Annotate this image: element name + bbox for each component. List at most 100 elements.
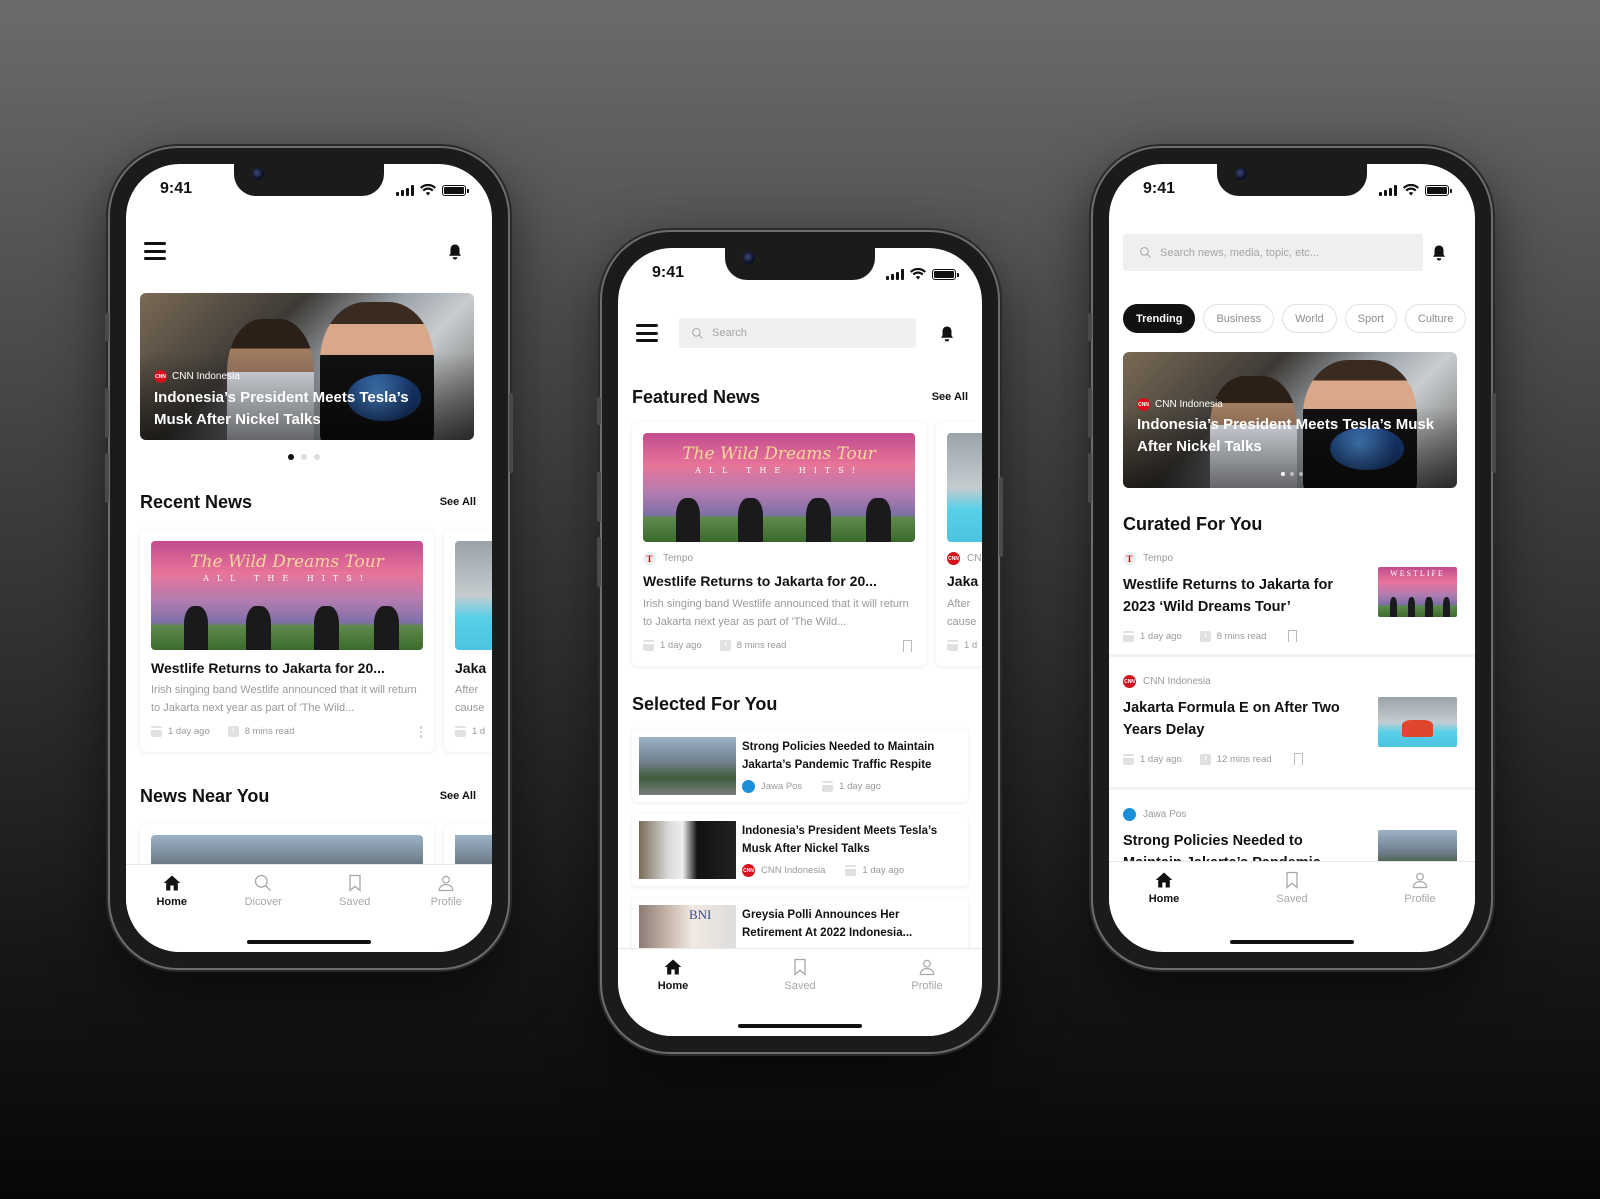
hero-banner[interactable]: CNN CNN Indonesia Indonesia’s President M…: [140, 293, 474, 440]
bell-icon[interactable]: [938, 324, 956, 344]
clock-icon: [1199, 753, 1211, 765]
chip-sport[interactable]: Sport: [1344, 304, 1397, 333]
bell-icon[interactable]: [1430, 243, 1448, 263]
card-meta: 1 day ago 8 mins read: [643, 640, 786, 651]
cnn-logo-icon: CNN: [1123, 675, 1136, 688]
card-description: After cause: [455, 684, 485, 714]
list-item-image: [639, 737, 736, 795]
search-input[interactable]: Search news, media, topic, etc...: [1123, 234, 1423, 271]
carousel-dot[interactable]: [1299, 472, 1303, 476]
clock-icon: [719, 640, 731, 651]
news-card[interactable]: CNN CN Jaka After cause 1 d: [936, 422, 982, 666]
list-item-read-time: 12 mins read: [1216, 753, 1272, 765]
signal-icon: [886, 268, 904, 280]
calendar-icon: [151, 726, 162, 737]
tab-label: Home: [156, 896, 188, 908]
chip-culture[interactable]: Culture: [1404, 304, 1467, 333]
more-options-icon[interactable]: [419, 726, 422, 738]
carousel-dots: [1281, 472, 1303, 476]
news-card[interactable]: The Wild Dreams Tour ALL THE HITS! T Temp…: [632, 422, 926, 666]
jawa-pos-logo-icon: [1123, 808, 1136, 821]
list-item-title: Greysia Polli Announces Her Retirement A…: [742, 909, 913, 939]
see-all-near-link[interactable]: See All: [440, 790, 476, 802]
category-chips: Trending Business World Sport Culture: [1123, 304, 1467, 333]
menu-icon[interactable]: [144, 242, 166, 260]
chip-world[interactable]: World: [1282, 304, 1337, 333]
carousel-dot[interactable]: [1290, 472, 1294, 476]
list-item-meta: 1 day ago 8 mins read: [1123, 630, 1298, 642]
tab-profile[interactable]: Profile: [887, 949, 967, 1036]
bookmark-icon[interactable]: [1288, 630, 1298, 642]
cnn-logo-icon: CNN: [1137, 398, 1150, 411]
list-item-date: 1 day ago: [862, 865, 905, 876]
list-item-title: Jakarta Formula E on After Two Years Del…: [1123, 700, 1340, 738]
tab-label: Dicover: [244, 896, 282, 908]
tab-profile[interactable]: Profile: [406, 865, 486, 952]
section-title-curated: Curated For You: [1123, 514, 1263, 534]
calendar-icon: [845, 865, 857, 876]
carousel-dot[interactable]: [301, 454, 307, 460]
user-icon: [1410, 870, 1430, 890]
news-card[interactable]: Jaka After cause 1 d: [444, 530, 492, 752]
tab-profile[interactable]: Profile: [1380, 862, 1460, 951]
battery-icon: [442, 184, 469, 196]
chip-trending[interactable]: Trending: [1123, 304, 1196, 333]
clock-icon: [1199, 630, 1211, 642]
search-placeholder: Search news, media, topic, etc...: [1160, 246, 1319, 259]
carousel-dot[interactable]: [288, 454, 294, 460]
camera: [252, 168, 264, 180]
tab-home[interactable]: Home: [633, 949, 713, 1036]
search-icon: [253, 873, 273, 893]
search-placeholder: Search: [712, 327, 747, 339]
list-item-source: CNN CNN Indonesia: [1123, 675, 1211, 688]
see-all-recent-link[interactable]: See All: [440, 496, 476, 508]
tab-label: Home: [657, 980, 689, 992]
list-item[interactable]: T Tempo Westlife Returns to Jakarta for 2…: [1109, 544, 1475, 654]
news-card[interactable]: The Wild Dreams Tour ALL THE HITS! Westl…: [140, 530, 434, 752]
bookmark-icon[interactable]: [903, 640, 912, 652]
source-name: Jawa Pos: [761, 781, 803, 792]
list-item[interactable]: CNN CNN Indonesia Jakarta Formula E on Af…: [1109, 657, 1475, 787]
tab-home[interactable]: Home: [132, 865, 212, 952]
bookmark-icon: [1282, 870, 1302, 890]
phone-2-screen: 9:41 Search Featured News See All The Wi…: [618, 248, 982, 1036]
card-image: The Wild Dreams Tour ALL THE HITS!: [151, 541, 423, 650]
phone-1-screen: 9:41 CNN CNN Indonesia Indonesia’s Presid…: [126, 164, 492, 952]
tab-home[interactable]: Home: [1124, 862, 1204, 951]
card-title: Jaka: [455, 660, 487, 676]
menu-icon[interactable]: [636, 324, 658, 342]
calendar-icon: [455, 726, 466, 737]
hero-source: CNN Indonesia: [172, 371, 240, 382]
see-all-featured-link[interactable]: See All: [932, 391, 968, 403]
battery-icon: [1425, 184, 1452, 196]
source-name: Jawa Pos: [1143, 809, 1187, 820]
bookmark-icon: [345, 873, 365, 893]
tab-label: Profile: [430, 896, 462, 908]
user-icon: [436, 873, 456, 893]
card-title: Westlife Returns to Jakarta for 20...: [151, 660, 385, 676]
list-item[interactable]: Indonesia’s President Meets Tesla’s Musk…: [632, 814, 968, 886]
chip-business[interactable]: Business: [1203, 304, 1275, 333]
phone-2: 9:41 Search Featured News See All The Wi…: [597, 232, 1003, 1052]
tab-label: Saved: [784, 980, 816, 992]
phone-3-screen: 9:41 Search news, media, topic, etc... T…: [1109, 164, 1475, 952]
list-item[interactable]: Strong Policies Needed to Maintain Jakar…: [632, 730, 968, 802]
search-icon: [691, 327, 704, 340]
carousel-dot[interactable]: [314, 454, 320, 460]
list-item-date: 1 day ago: [1140, 753, 1182, 765]
tab-discover[interactable]: Dicover: [223, 865, 303, 952]
image-text: WESTLIFE: [1390, 569, 1445, 578]
list-item-meta: Jawa Pos 1 day ago: [742, 780, 881, 793]
bookmark-icon[interactable]: [1293, 753, 1303, 765]
tab-saved[interactable]: Saved: [315, 865, 395, 952]
hero-title: Indonesia’s President Meets Tesla’s Musk…: [154, 389, 409, 428]
card-source: CNN CN: [947, 552, 981, 565]
card-image: [455, 541, 492, 650]
search-input[interactable]: Search: [679, 318, 916, 348]
hero-title: Indonesia’s President Meets Tesla’s Musk…: [1137, 416, 1435, 455]
tab-saved[interactable]: Saved: [760, 949, 840, 1036]
hero-banner[interactable]: CNN CNN Indonesia Indonesia’s President M…: [1123, 352, 1457, 488]
bell-icon[interactable]: [446, 242, 464, 262]
tab-saved[interactable]: Saved: [1252, 862, 1332, 951]
carousel-dot[interactable]: [1281, 472, 1285, 476]
